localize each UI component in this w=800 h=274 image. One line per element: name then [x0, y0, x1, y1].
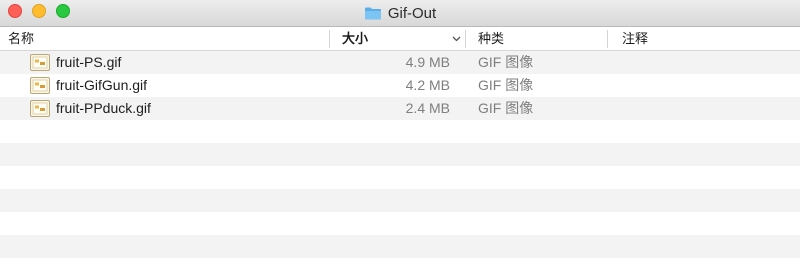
file-kind: GIF 图像 [478, 54, 534, 70]
window-title: Gif-Out [387, 4, 437, 22]
file-kind: GIF 图像 [478, 77, 534, 93]
file-size: 4.2 MB [405, 77, 450, 93]
gif-file-icon [30, 100, 50, 117]
gif-file-icon [30, 54, 50, 71]
chevron-down-icon [452, 36, 461, 42]
column-name-header[interactable]: 名称 [0, 27, 329, 50]
empty-row-stripe [0, 235, 800, 258]
column-notes-header[interactable]: 注释 [608, 27, 800, 50]
list-item[interactable]: fruit-PPduck.gif 2.4 MB GIF 图像 [0, 97, 800, 120]
column-header: 名称 大小 种类 注释 [0, 27, 800, 51]
list-item[interactable]: fruit-GifGun.gif 4.2 MB GIF 图像 [0, 74, 800, 97]
empty-row-stripe [0, 189, 800, 212]
finder-window: Gif-Out 名称 大小 种类 注释 fruit-PS.gif 4.9 MB … [0, 0, 800, 274]
file-size: 4.9 MB [405, 54, 450, 70]
title-bar[interactable]: Gif-Out [0, 0, 800, 27]
column-kind-header[interactable]: 种类 [466, 27, 607, 50]
file-name: fruit-PPduck.gif [56, 100, 151, 116]
window-title-group: Gif-Out [0, 0, 800, 26]
gif-file-icon [30, 77, 50, 94]
folder-icon [364, 7, 381, 20]
file-list: fruit-PS.gif 4.9 MB GIF 图像 fruit-GifGun.… [0, 51, 800, 274]
file-kind: GIF 图像 [478, 100, 534, 116]
file-name: fruit-PS.gif [56, 54, 122, 70]
column-size-header[interactable]: 大小 [330, 27, 465, 50]
list-item[interactable]: fruit-PS.gif 4.9 MB GIF 图像 [0, 51, 800, 74]
file-size: 2.4 MB [405, 100, 450, 116]
empty-row-stripe [0, 143, 800, 166]
column-size-label: 大小 [342, 31, 369, 46]
file-name: fruit-GifGun.gif [56, 77, 148, 93]
